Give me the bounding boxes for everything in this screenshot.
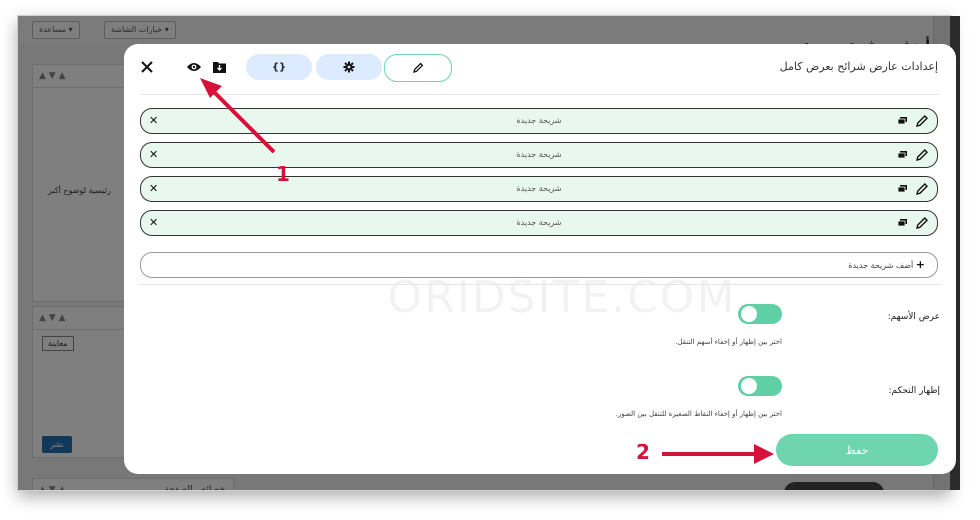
step-2-label: 2 [636, 440, 650, 464]
arrow-1-line [208, 86, 276, 154]
annotation-arrows [200, 78, 774, 464]
step-1-label: 1 [276, 162, 290, 186]
arrow-2-head [754, 444, 774, 464]
